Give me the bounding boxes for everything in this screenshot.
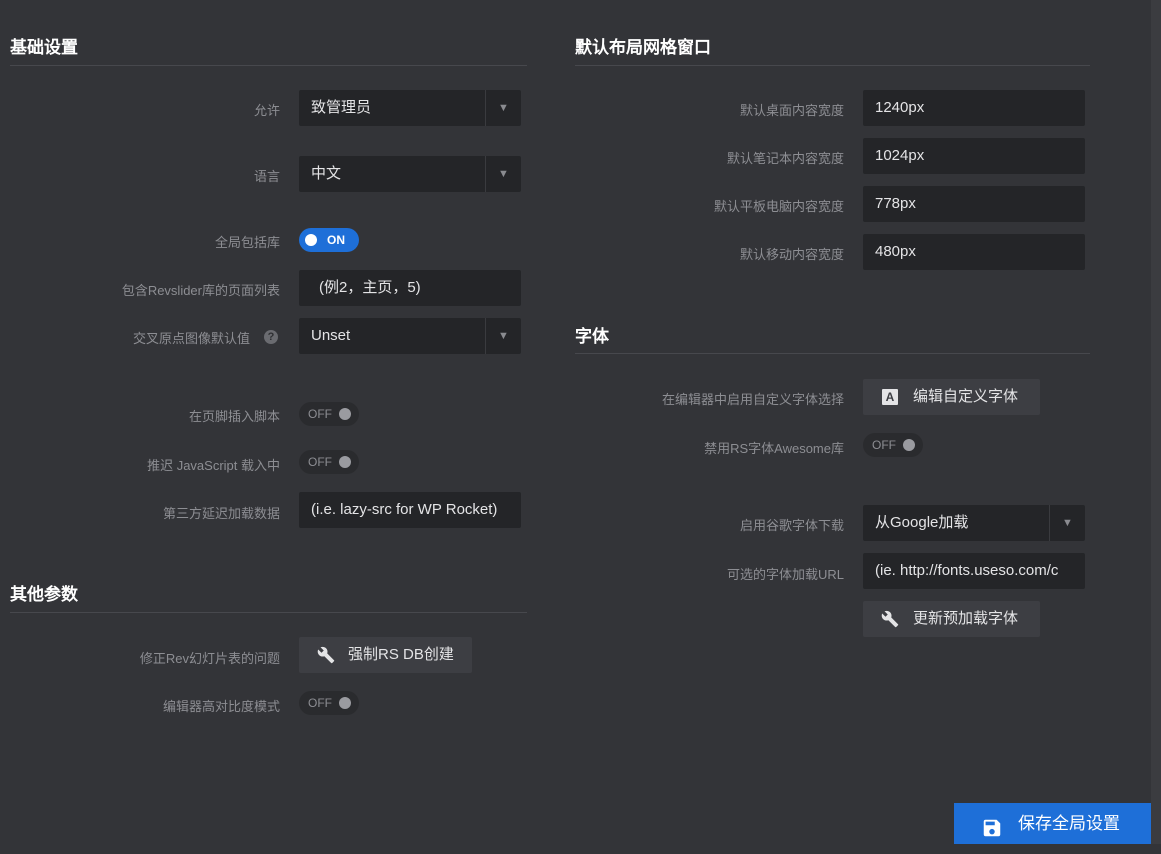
- third-party-input[interactable]: (i.e. lazy-src for WP Rocket): [299, 492, 521, 528]
- tablet-width-label: 默认平板电脑内容宽度: [713, 199, 844, 214]
- mobile-width-value: 480px: [875, 243, 916, 260]
- desktop-width-input[interactable]: 1240px: [863, 90, 1085, 126]
- wrench-icon: [315, 637, 337, 673]
- custom-font-label: 在编辑器中启用自定义字体选择: [661, 392, 844, 407]
- font-url-placeholder: (ie. http://fonts.useso.com/c: [875, 562, 1059, 579]
- section-divider-grid: [575, 65, 1090, 66]
- allow-select[interactable]: 致管理员 ▼: [299, 90, 521, 126]
- section-title-basic: 基础设置: [10, 38, 78, 57]
- update-preload-fonts-button[interactable]: 更新预加载字体: [863, 601, 1040, 637]
- language-select-value: 中文: [311, 165, 342, 182]
- footer-script-toggle[interactable]: OFF: [299, 402, 359, 426]
- section-divider-other: [10, 612, 527, 613]
- notebook-width-value: 1024px: [875, 147, 925, 164]
- toggle-knob: [339, 456, 351, 468]
- language-select[interactable]: 中文 ▼: [299, 156, 521, 192]
- global-include-toggle[interactable]: ON: [299, 228, 359, 252]
- edit-custom-fonts-button[interactable]: A 编辑自定义字体: [863, 379, 1040, 415]
- google-download-label: 启用谷歌字体下载: [739, 518, 844, 533]
- allow-label: 允许: [253, 103, 280, 118]
- toggle-state-text: OFF: [872, 438, 896, 452]
- defer-js-label: 推迟 JavaScript 载入中: [147, 458, 280, 473]
- force-db-create-label: 强制RS DB创建: [348, 646, 454, 663]
- section-divider-basic: [10, 65, 527, 66]
- toggle-knob: [903, 439, 915, 451]
- page-list-input[interactable]: (例2，主页，5): [299, 270, 521, 306]
- chevron-down-icon: ▼: [485, 318, 521, 354]
- allow-select-value: 致管理员: [311, 99, 372, 116]
- toggle-state-text: OFF: [308, 455, 332, 469]
- footer-script-label: 在页脚插入脚本: [188, 409, 280, 424]
- language-label: 语言: [253, 169, 280, 184]
- disable-awesome-label: 禁用RS字体Awesome库: [704, 441, 844, 456]
- edit-custom-fonts-label: 编辑自定义字体: [913, 388, 1019, 405]
- google-download-value: 从Google加载: [875, 514, 969, 531]
- fix-table-label: 修正Rev幻灯片表的问题: [139, 651, 280, 666]
- desktop-width-value: 1240px: [875, 99, 925, 116]
- crossorigin-select[interactable]: Unset ▼: [299, 318, 521, 354]
- font-url-label: 可选的字体加载URL: [726, 567, 844, 582]
- chevron-down-icon: ▼: [1049, 505, 1085, 541]
- help-icon[interactable]: ?: [264, 330, 278, 344]
- save-global-settings-label: 保存全局设置: [1018, 814, 1120, 833]
- toggle-knob: [339, 697, 351, 709]
- third-party-value: (i.e. lazy-src for WP Rocket): [311, 501, 498, 518]
- notebook-width-input[interactable]: 1024px: [863, 138, 1085, 174]
- toggle-state-text: OFF: [308, 696, 332, 710]
- high-contrast-label: 编辑器高对比度模式: [162, 699, 280, 714]
- chevron-down-icon: ▼: [485, 90, 521, 126]
- font-url-input[interactable]: (ie. http://fonts.useso.com/c: [863, 553, 1085, 589]
- crossorigin-label: 交叉原点图像默认值: [132, 331, 250, 346]
- page-list-placeholder: (例2，主页，5): [319, 279, 421, 296]
- disable-awesome-toggle[interactable]: OFF: [863, 433, 923, 457]
- global-include-label: 全局包括库: [214, 235, 280, 250]
- font-icon: A: [881, 379, 899, 415]
- google-download-select[interactable]: 从Google加载 ▼: [863, 505, 1085, 541]
- toggle-state-text: ON: [327, 233, 345, 247]
- tablet-width-value: 778px: [875, 195, 916, 212]
- high-contrast-toggle[interactable]: OFF: [299, 691, 359, 715]
- toggle-knob: [305, 234, 317, 246]
- third-party-label: 第三方延迟加载数据: [162, 506, 280, 521]
- section-title-fonts: 字体: [575, 327, 609, 346]
- notebook-width-label: 默认笔记本内容宽度: [726, 151, 844, 166]
- force-db-create-button[interactable]: 强制RS DB创建: [299, 637, 472, 673]
- update-preload-fonts-label: 更新预加载字体: [913, 610, 1019, 627]
- right-edge-panel: [1151, 0, 1161, 844]
- toggle-knob: [339, 408, 351, 420]
- chevron-down-icon: ▼: [485, 156, 521, 192]
- section-divider-fonts: [575, 353, 1090, 354]
- crossorigin-select-value: Unset: [311, 327, 351, 344]
- defer-js-toggle[interactable]: OFF: [299, 450, 359, 474]
- section-title-grid: 默认布局网格窗口: [575, 38, 711, 57]
- save-global-settings-button[interactable]: 保存全局设置: [954, 803, 1151, 844]
- toggle-state-text: OFF: [308, 407, 332, 421]
- save-icon: [981, 813, 1003, 837]
- page-list-label: 包含Revslider库的页面列表: [121, 283, 280, 298]
- wrench-icon: [879, 601, 901, 637]
- mobile-width-label: 默认移动内容宽度: [739, 247, 844, 262]
- section-title-other: 其他参数: [10, 585, 78, 604]
- desktop-width-label: 默认桌面内容宽度: [739, 103, 844, 118]
- mobile-width-input[interactable]: 480px: [863, 234, 1085, 270]
- tablet-width-input[interactable]: 778px: [863, 186, 1085, 222]
